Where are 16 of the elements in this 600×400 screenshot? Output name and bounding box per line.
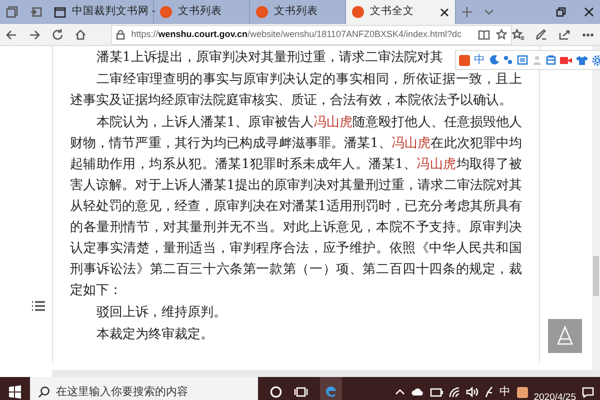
tab-title: 文书列表 — [274, 4, 318, 20]
paragraph: 驳回上诉，维持原判。 — [95, 304, 226, 322]
tab-title: 文书全文 — [370, 4, 414, 20]
browser-tab[interactable]: 文书全文 — [346, 0, 456, 24]
tab-title: 文书列表 — [178, 4, 222, 20]
address-field[interactable]: https://wenshu.court.gov.cn/website/wenshu/181107ANFZ0BXSK4/index.html?dc — [111, 24, 512, 44]
paragraph: 本裁定为终审裁定。 — [95, 326, 214, 344]
url-text: https://wenshu.court.gov.cn/website/wenshu/181107ANFZ0BXSK4/index.html?dc — [131, 28, 462, 41]
input-method-indicator[interactable]: 中 — [500, 384, 511, 400]
taskbar-date[interactable]: 2020/4/25 — [534, 390, 576, 400]
paragraph: 本院认为，上诉人潘某1、原审被告人冯山虎随意殴打他人、任意损毁他人财物，情节严重，其行为均已构成寻衅滋事罪。潘某1、冯山虎在此次犯罪中均起辅助作用，均系从犯。潘某1犯罪时系未成年人。潘某1、冯山虎均取得了被害人谅解。对于上诉人潘某1提出的原审判决对其量刑过重，请求二审法院对其从轻处罚的意见，经查，原审判决在对潘某1适用刑罚时，已充分考虑其所具有的各量刑情节，对其量刑并无不当。对此上诉意见，本院不予支持。原审判决认定事实清楚，量刑适当，审判程序合法，应予维护。依照《中华人民共和国刑事诉讼法》第二百三十六条第一款第（一）项、第二百四十四条的规定，裁定如下： — [70, 114, 522, 300]
paragraph: 二审经审理查明的事实与原审判决认定的事实相同，所依证据一致，且上述事实及证据均经原审法院庭审核实、质证，合法有效，本院依法予以确认。 — [70, 71, 522, 110]
paragraph: 潘某1上诉提出，原审判决对其量刑过重，请求二审法院对其 — [95, 49, 443, 67]
tab-title: 中国裁判文书网 - — [72, 4, 156, 20]
taskbar-search-field[interactable]: 在这里输入你要搜索的内容 — [30, 377, 258, 400]
ime-mode-toggle[interactable]: 中 — [474, 52, 485, 68]
